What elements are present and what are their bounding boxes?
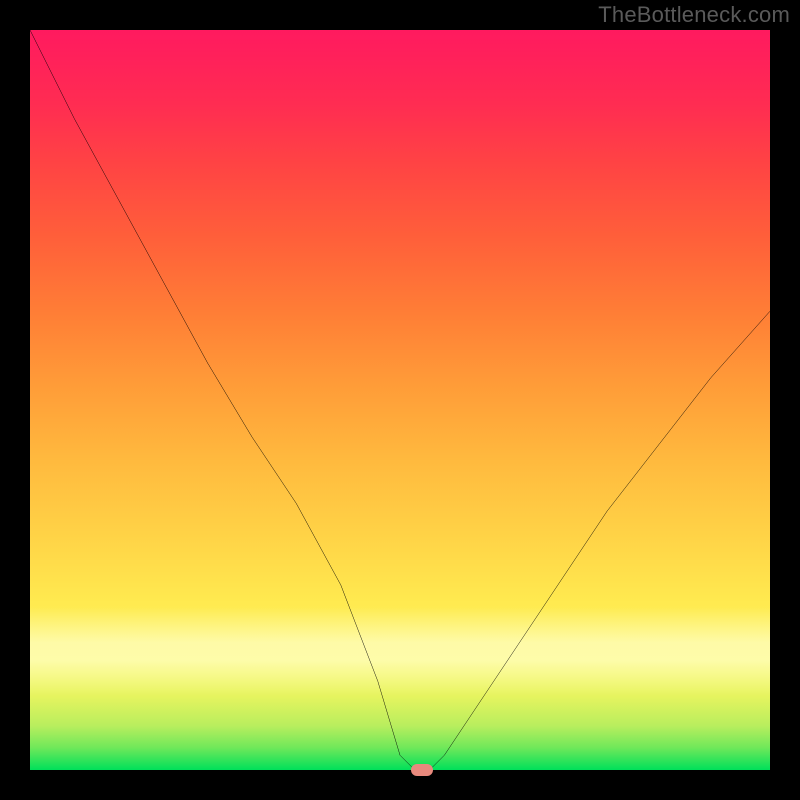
plot-area xyxy=(30,30,770,770)
watermark-text: TheBottleneck.com xyxy=(598,2,790,28)
curve-path xyxy=(30,30,770,770)
chart-frame: TheBottleneck.com xyxy=(0,0,800,800)
bottleneck-curve xyxy=(30,30,770,770)
optimum-marker xyxy=(411,764,433,776)
